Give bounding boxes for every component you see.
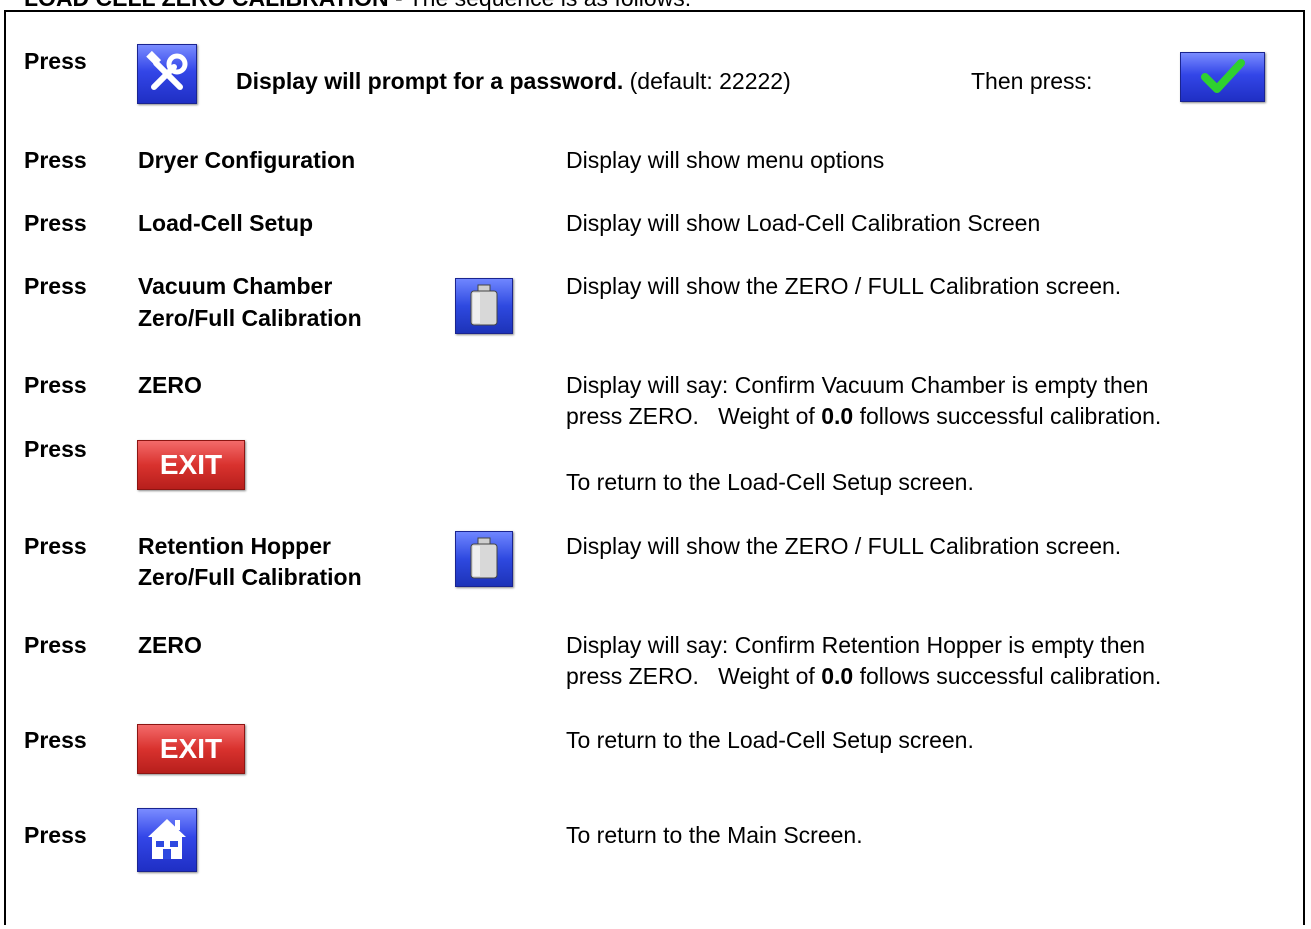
home-icon	[148, 819, 186, 859]
password-prompt: Display will prompt for a password. (def…	[236, 68, 791, 95]
load-cell-setup-action: Load-Cell Setup	[138, 210, 314, 236]
weight-value: 0.0	[821, 403, 854, 429]
zero-action: ZERO	[138, 632, 202, 658]
press-label: Press	[24, 822, 87, 848]
home-button[interactable]	[137, 808, 197, 872]
page-header: LOAD CELL ZERO CALIBRATION - The sequenc…	[24, 0, 691, 12]
result-text: follows successful calibration.	[853, 663, 1162, 689]
exit-button[interactable]: EXIT	[137, 440, 245, 490]
row-result-line2: press ZERO. Weight of 0.0 follows succes…	[566, 403, 1161, 430]
weight-icon	[470, 537, 498, 579]
row-result-line2: press ZERO. Weight of 0.0 follows succes…	[566, 663, 1161, 690]
hopper-weight-button[interactable]	[455, 531, 513, 587]
then-press-label: Then press:	[971, 68, 1093, 94]
tools-icon	[146, 50, 188, 90]
password-prompt-bold: Display will prompt for a password.	[236, 68, 624, 94]
press-label: Press	[24, 632, 87, 658]
weight-icon	[470, 284, 498, 326]
press-label: Press	[24, 533, 87, 559]
vacuum-chamber-action-line2: Zero/Full Calibration	[138, 305, 362, 331]
press-label: Press	[24, 273, 87, 299]
vacuum-weight-button[interactable]	[455, 278, 513, 334]
row-result: Display will show the ZERO / FULL Calibr…	[566, 533, 1122, 559]
zero-action: ZERO	[138, 372, 202, 398]
press-label: Press	[24, 210, 87, 236]
page-title: LOAD CELL ZERO CALIBRATION	[24, 0, 389, 11]
row-result: To return to the Load-Cell Setup screen.	[566, 469, 974, 495]
dryer-configuration-action: Dryer Configuration	[138, 147, 356, 173]
confirm-button[interactable]	[1180, 52, 1265, 102]
weight-value: 0.0	[821, 663, 854, 689]
retention-hopper-action-line2: Zero/Full Calibration	[138, 564, 362, 590]
press-label: Press	[24, 727, 87, 753]
exit-button[interactable]: EXIT	[137, 724, 245, 774]
checkmark-icon	[1201, 59, 1245, 93]
result-text: press ZERO. Weight of	[566, 403, 822, 429]
row-result: Display will show Load-Cell Calibration …	[566, 210, 1041, 236]
vacuum-chamber-action-line1: Vacuum Chamber	[138, 273, 333, 299]
row-result-line1: Display will say: Confirm Vacuum Chamber…	[566, 372, 1149, 398]
press-label: Press	[24, 436, 87, 462]
retention-hopper-action-line1: Retention Hopper	[138, 533, 331, 559]
row-result: To return to the Main Screen.	[566, 822, 863, 848]
row-result: Display will show menu options	[566, 147, 885, 173]
press-label: Press	[24, 48, 87, 74]
row-result: Display will show the ZERO / FULL Calibr…	[566, 273, 1122, 299]
row-result: To return to the Load-Cell Setup screen.	[566, 727, 974, 753]
row-result-line1: Display will say: Confirm Retention Hopp…	[566, 632, 1146, 658]
page-subtitle: - The sequence is as follows:	[389, 0, 691, 11]
press-label: Press	[24, 147, 87, 173]
result-text: follows successful calibration.	[853, 403, 1162, 429]
tools-button[interactable]	[137, 44, 197, 104]
press-label: Press	[24, 372, 87, 398]
result-text: press ZERO. Weight of	[566, 663, 822, 689]
password-default: (default: 22222)	[629, 68, 791, 94]
